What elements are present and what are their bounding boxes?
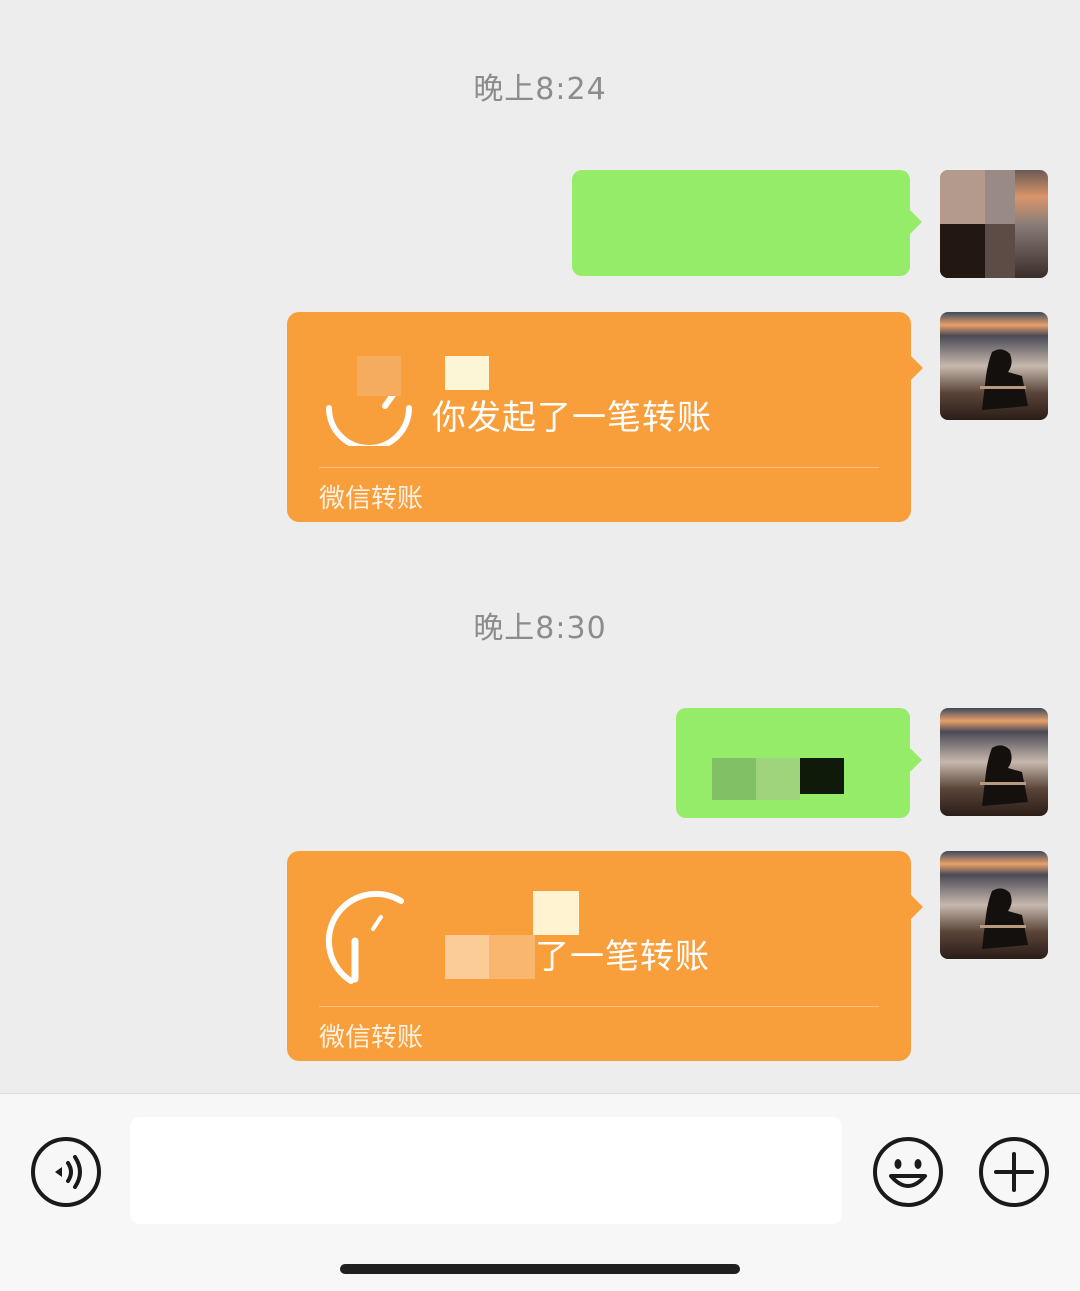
plus-icon (979, 1137, 1049, 1207)
avatar[interactable] (940, 708, 1048, 816)
redacted-block (357, 356, 401, 396)
voice-icon (31, 1137, 101, 1207)
chat-message-list[interactable]: 晚上8:24 你发起了一笔转账 微信转账 晚上8:30 了一笔转账 微信转账 (0, 0, 1080, 1093)
message-input[interactable] (130, 1117, 842, 1224)
message-bubble[interactable] (676, 708, 922, 818)
redacted-block (756, 758, 800, 800)
avatar-image (940, 312, 1048, 420)
input-bar (0, 1093, 1080, 1291)
avatar-image (940, 851, 1048, 959)
message-bubble[interactable] (572, 170, 922, 276)
redacted-block (712, 758, 756, 800)
transfer-arrow-icon (325, 890, 404, 984)
divider (319, 1006, 879, 1007)
avatar[interactable] (940, 312, 1048, 420)
redacted-block (800, 758, 844, 794)
avatar-image (940, 170, 1048, 278)
voice-button[interactable] (30, 1136, 102, 1208)
transfer-card[interactable]: 你发起了一笔转账 微信转账 (287, 312, 923, 522)
avatar-image (940, 708, 1048, 816)
timestamp: 晚上8:24 (473, 72, 607, 107)
plus-button[interactable] (978, 1136, 1050, 1208)
avatar[interactable] (940, 170, 1048, 278)
home-indicator[interactable] (340, 1264, 740, 1274)
avatar[interactable] (940, 851, 1048, 959)
redacted-block (445, 356, 489, 390)
timestamp: 晚上8:30 (473, 611, 607, 646)
emoji-button[interactable] (872, 1136, 944, 1208)
transfer-footer: 微信转账 (319, 484, 424, 514)
emoji-icon (873, 1137, 943, 1207)
transfer-card[interactable]: 了一笔转账 微信转账 (287, 851, 923, 1061)
divider (319, 467, 879, 468)
redacted-block (489, 935, 535, 979)
transfer-title: 你发起了一笔转账 (432, 398, 712, 438)
transfer-title: 了一笔转账 (535, 937, 710, 977)
redacted-block (445, 935, 489, 979)
transfer-footer: 微信转账 (319, 1023, 424, 1053)
